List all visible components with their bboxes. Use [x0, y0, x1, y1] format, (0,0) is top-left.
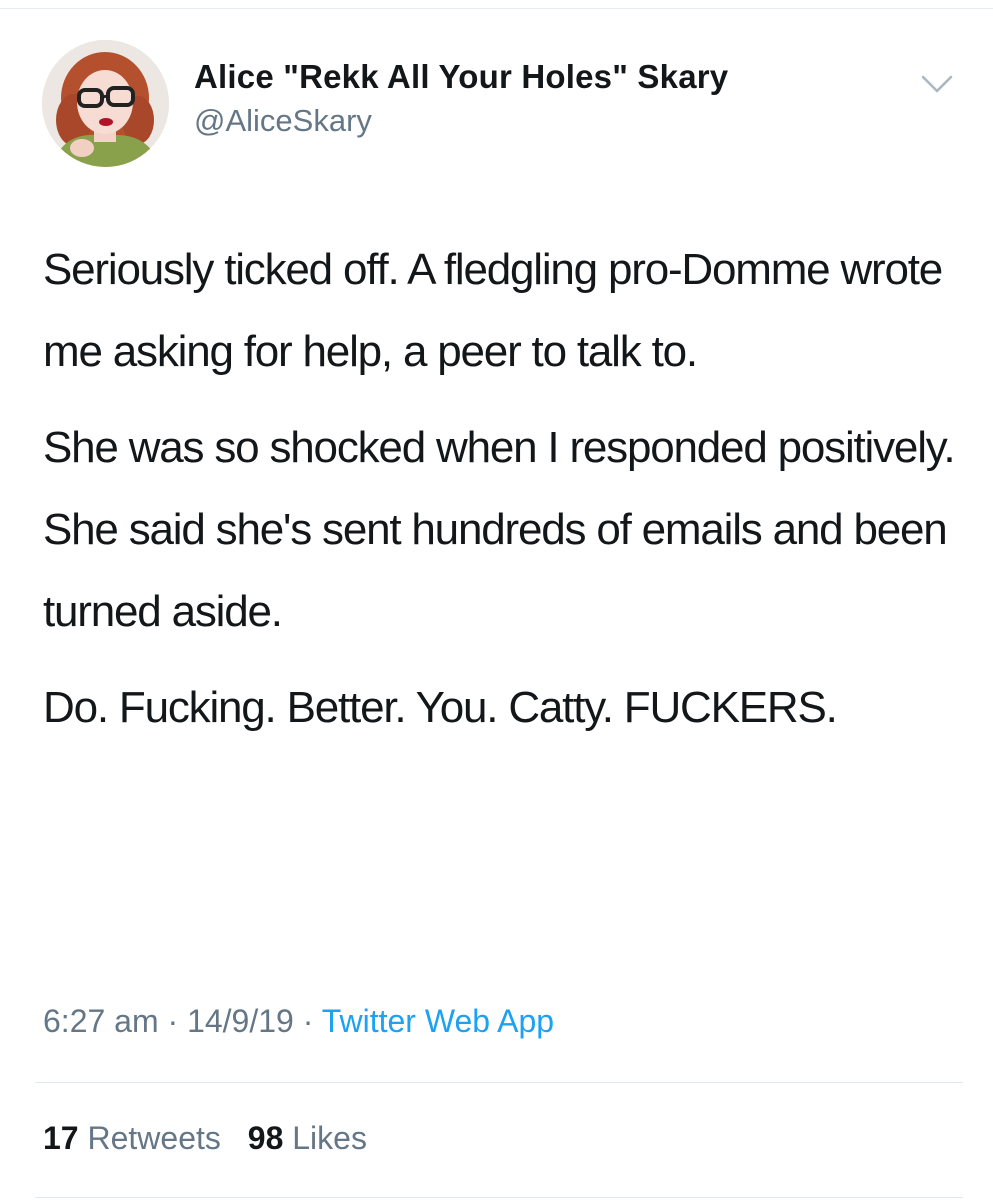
tweet-text: Seriously ticked off. A fledgling pro-Do…: [43, 229, 963, 763]
retweets-stat[interactable]: 17 Retweets: [43, 1120, 221, 1156]
avatar-photo: [42, 40, 169, 167]
likes-stat[interactable]: 98 Likes: [248, 1120, 367, 1156]
tweet-source-link[interactable]: Twitter Web App: [322, 1003, 554, 1039]
author-handle[interactable]: @AliceSkary: [194, 103, 372, 139]
tweet-meta: 6:27 am · 14/9/19 · Twitter Web App: [43, 1003, 554, 1040]
meta-separator: ·: [167, 1003, 179, 1039]
author-display-name[interactable]: Alice "Rekk All Your Holes" Skary: [194, 58, 728, 96]
likes-count: 98: [247, 1120, 284, 1156]
tweet-stats: 17 Retweets 98 Likes: [43, 1120, 385, 1157]
tweet-date[interactable]: 14/9/19: [187, 1003, 294, 1039]
tweet-paragraph: She was so shocked when I responded posi…: [43, 423, 956, 636]
divider: [35, 1197, 963, 1198]
meta-separator: ·: [302, 1003, 314, 1039]
retweets-label: Retweets: [87, 1120, 221, 1156]
tweet-time[interactable]: 6:27 am: [43, 1003, 159, 1039]
tweet-paragraph: Seriously ticked off. A fledgling pro-Do…: [43, 245, 943, 376]
divider: [35, 1082, 963, 1083]
likes-label: Likes: [292, 1120, 367, 1156]
retweets-count: 17: [43, 1120, 79, 1156]
chevron-down-icon[interactable]: [920, 72, 954, 96]
tweet-paragraph: Do. Fucking. Better. You. Catty. FUCKERS…: [43, 683, 838, 732]
avatar[interactable]: [42, 40, 169, 167]
top-divider: [0, 8, 993, 9]
